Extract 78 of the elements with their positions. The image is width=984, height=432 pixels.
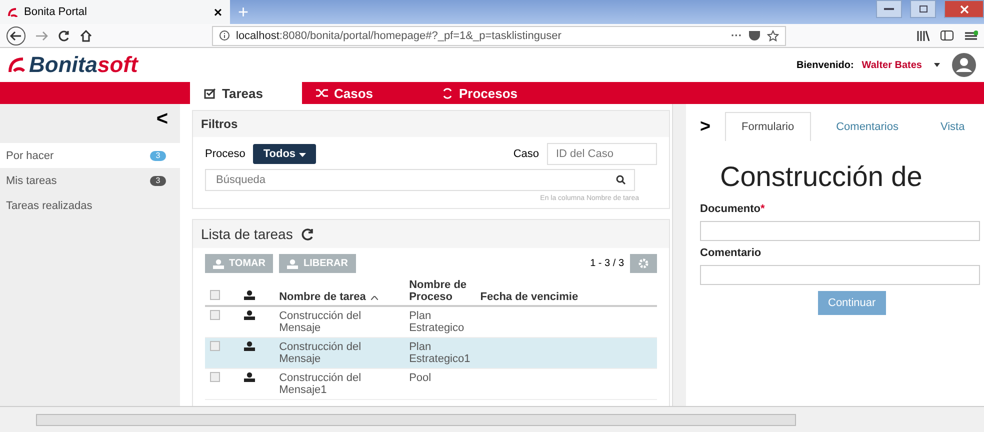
- star-icon[interactable]: [767, 30, 779, 42]
- search-icon[interactable]: [616, 175, 626, 185]
- maximize-icon: [918, 5, 928, 13]
- tab-close-button[interactable]: ×: [214, 4, 222, 20]
- paging-text: 1 - 3 / 3: [590, 258, 624, 269]
- row-checkbox[interactable]: [210, 372, 220, 382]
- panel-title: Filtros: [201, 117, 238, 131]
- avatar-icon[interactable]: [952, 53, 976, 77]
- user-icon: [244, 290, 255, 300]
- task-name-cell: Construcción del Mensaje1: [274, 368, 404, 400]
- task-row[interactable]: Construcción del Mensaje1 Pool: [205, 368, 657, 400]
- more-icon[interactable]: ···: [731, 30, 742, 42]
- sidebar-icon[interactable]: [940, 30, 954, 41]
- row-checkbox[interactable]: [210, 341, 220, 351]
- task-row[interactable]: Construcción del Mensaje Plan Estrategico1: [205, 338, 657, 368]
- sort-icon: [370, 296, 378, 300]
- caret-icon: [298, 153, 306, 157]
- settings-icon: [638, 258, 649, 269]
- process-dropdown[interactable]: Todos: [253, 144, 316, 164]
- maximize-button[interactable]: [910, 0, 936, 18]
- shuffle-icon: [316, 88, 328, 98]
- bonitasoft-logo[interactable]: Bonitasoft: [8, 52, 138, 78]
- count-badge: 3: [150, 176, 166, 186]
- user-icon: [287, 258, 298, 268]
- sidebar-item[interactable]: Tareas realizadas: [0, 193, 180, 218]
- back-icon[interactable]: [6, 26, 26, 46]
- text-field[interactable]: [700, 221, 980, 241]
- nav-tab[interactable]: Procesos: [428, 82, 528, 104]
- case-label: Caso: [513, 148, 539, 160]
- case-id-field[interactable]: ID del Caso: [547, 143, 657, 165]
- field-label: Comentario: [700, 247, 762, 259]
- field-label: Documento*: [700, 203, 766, 215]
- minimize-icon: [884, 8, 894, 10]
- close-icon: [960, 4, 968, 14]
- sidebar-item[interactable]: Mis tareas 3: [0, 168, 180, 193]
- panel-title: Lista de tareas: [201, 226, 293, 242]
- forward-icon[interactable]: [36, 30, 48, 40]
- user-icon: [244, 341, 255, 351]
- expand-button[interactable]: >: [700, 116, 711, 137]
- tab-title: Bonita Portal: [24, 6, 87, 18]
- collapse-button[interactable]: <: [156, 108, 168, 131]
- welcome-label: Bienvenido:: [796, 60, 854, 70]
- task-row[interactable]: Construcción del Mensaje Plan Estrategico: [205, 306, 657, 338]
- user-icon: [213, 258, 224, 268]
- pocket-icon[interactable]: [748, 30, 761, 41]
- menu-icon[interactable]: [964, 30, 978, 42]
- user-icon: [244, 310, 255, 320]
- home-icon[interactable]: [80, 30, 92, 42]
- close-button[interactable]: [944, 0, 984, 18]
- nav-tab[interactable]: Casos: [302, 82, 428, 104]
- text-field[interactable]: [700, 265, 980, 285]
- scrollbar[interactable]: [672, 104, 686, 406]
- process-name-cell: Pool: [404, 368, 476, 400]
- minimize-button[interactable]: [876, 0, 902, 18]
- nav-tab[interactable]: Tareas: [190, 82, 302, 104]
- url-text: localhost:8080/bonita/portal/homepage#?_pf=1&_p=tasklistinguser: [236, 30, 562, 42]
- scrollbar-thumb[interactable]: [36, 414, 796, 426]
- address-bar[interactable]: localhost:8080/bonita/portal/homepage#?_pf=1&_p=tasklistinguser ···: [212, 26, 786, 46]
- select-all-checkbox[interactable]: [210, 290, 220, 300]
- count-badge: 3: [150, 150, 166, 160]
- checkbox-icon: [204, 88, 216, 98]
- detail-tab[interactable]: Comentarios: [819, 112, 916, 141]
- info-icon: [219, 30, 230, 41]
- browser-tab[interactable]: Bonita Portal ×: [0, 0, 230, 24]
- process-label: Proceso: [205, 148, 246, 160]
- user-name-link[interactable]: Walter Bates: [862, 60, 922, 70]
- detail-tab[interactable]: Vista: [923, 112, 982, 141]
- library-icon[interactable]: [917, 30, 930, 41]
- cycle-icon: [442, 88, 453, 98]
- logo-icon: [8, 8, 18, 16]
- refresh-icon[interactable]: [300, 228, 314, 240]
- sidebar-item[interactable]: Por hacer 3: [0, 143, 180, 168]
- form-title: Construcción de: [719, 160, 924, 194]
- reload-icon[interactable]: [58, 30, 70, 42]
- detail-tab[interactable]: Formulario: [724, 112, 812, 141]
- user-icon: [244, 372, 255, 382]
- row-checkbox[interactable]: [210, 310, 220, 320]
- search-bar[interactable]: Búsqueda: [205, 169, 635, 191]
